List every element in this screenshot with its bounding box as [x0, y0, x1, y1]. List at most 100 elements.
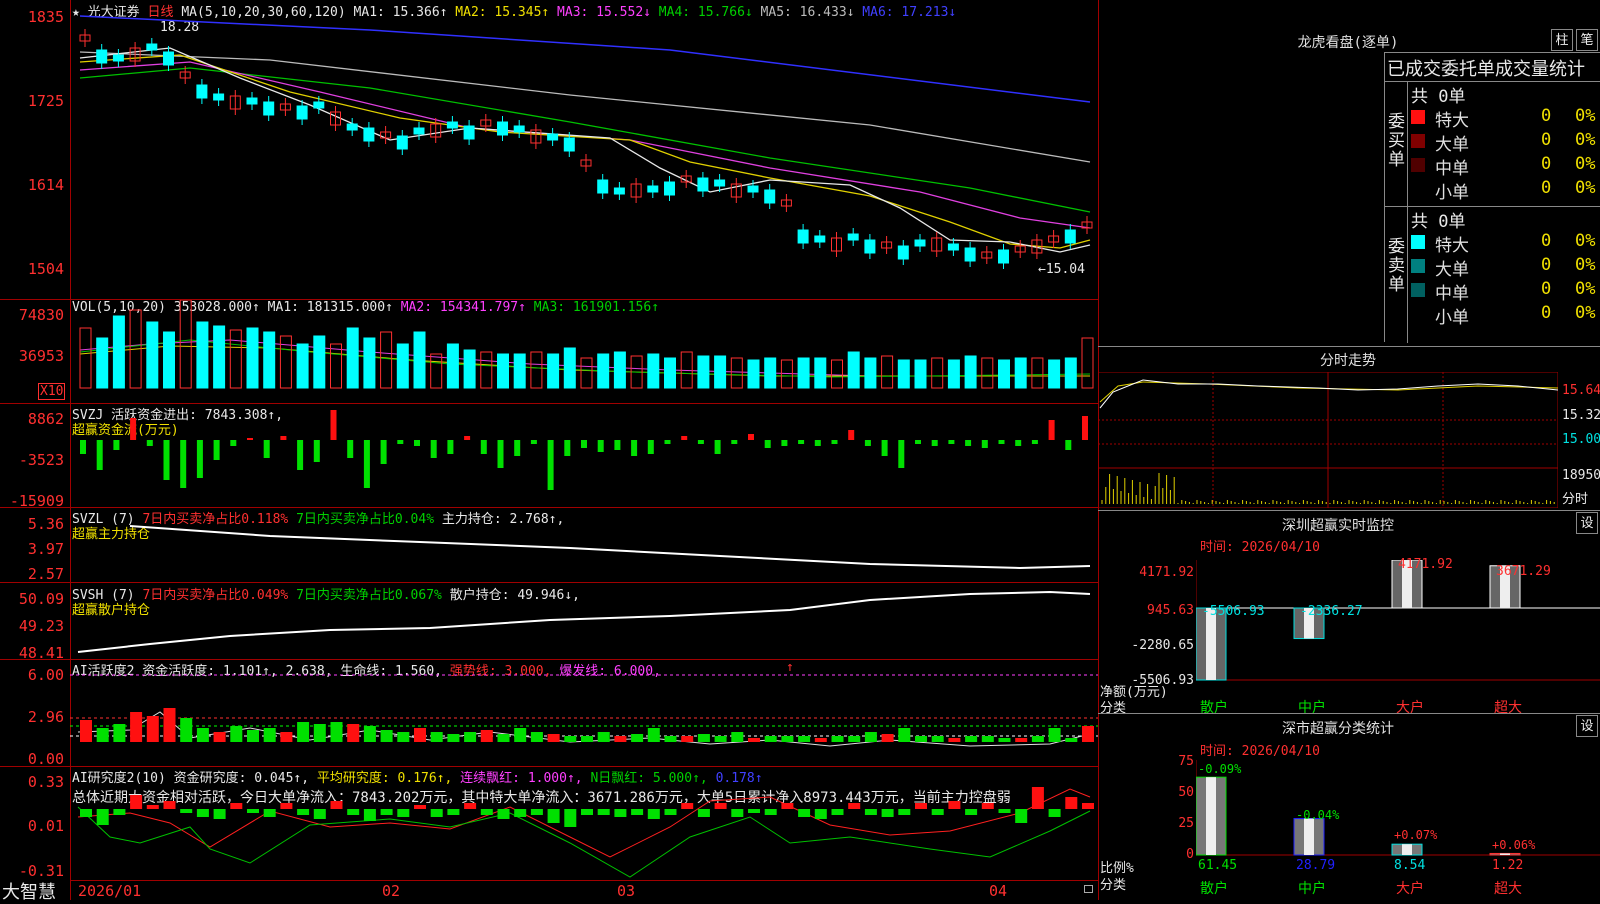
activity-bar [480, 730, 493, 742]
candle [947, 243, 959, 251]
buy-total: 共 0单 [1411, 87, 1466, 107]
vol-tick: 36953 [18, 347, 64, 365]
order-type-name: 中单 [1435, 284, 1469, 304]
volume-bar [229, 329, 242, 389]
research-bar [581, 809, 593, 815]
volume-bar [563, 347, 576, 389]
activity-bar [814, 738, 827, 742]
activity-bar [313, 724, 326, 742]
candle [714, 179, 726, 187]
volume-bar [947, 359, 960, 389]
ai-research-tick: 0.33 [27, 773, 64, 791]
fund-flow-bar [213, 440, 220, 460]
fund-flow-bar [363, 440, 370, 488]
fund-flow-bar [831, 440, 838, 444]
fund-flow-bar [247, 438, 253, 440]
fund-flow-bar [1065, 440, 1072, 450]
activity-bar [163, 708, 176, 742]
volume-bar [730, 357, 743, 389]
fund-flow-bar [430, 440, 437, 458]
research-bar [781, 803, 794, 809]
activity-bar [798, 736, 811, 742]
ai-research-bars [80, 787, 1094, 827]
chart-area[interactable]: ★ 光大证券 日线 MA(5,10,20,30,60,120) MA1: 15.… [0, 0, 1098, 903]
retail-holding-chart[interactable] [70, 584, 1098, 659]
intraday-chart[interactable] [1098, 372, 1558, 508]
fund-flow-bar [864, 440, 871, 446]
sz-bars [1196, 560, 1521, 681]
activity-bar [397, 732, 410, 742]
ai-activity-chart[interactable] [70, 660, 1098, 766]
volume-bar [1064, 357, 1077, 389]
volume-bar [513, 353, 526, 389]
sc-value-label: 1.22 [1492, 858, 1524, 873]
sc-value-label: 28.79 [1296, 858, 1336, 873]
order-count: 0 [1541, 178, 1552, 198]
fund-flow-bar [781, 440, 788, 446]
volume-bar [530, 351, 543, 389]
right-panel: 龙虎看盘(逐单) 柱 笔 已成交委托单成交量统计 委买单 委卖单 共 0单 共 … [1098, 0, 1600, 900]
fund-flow-bar [263, 440, 270, 458]
ma4-line [79, 67, 1091, 213]
research-bar [681, 803, 694, 809]
volume-chart[interactable] [70, 300, 1098, 403]
sc-change-label: +0.06% [1492, 838, 1536, 852]
price-tick: 1504 [27, 260, 64, 278]
fund-flow-bar [1082, 416, 1088, 440]
candlestick-chart[interactable] [70, 0, 1098, 299]
fund-flow-bar [530, 440, 537, 444]
sc-time: 时间: 2026/04/10 [1200, 744, 1320, 759]
tick-view-button[interactable]: 笔 [1576, 29, 1598, 51]
fund-flow-bar [163, 440, 170, 480]
volume-bar [296, 343, 309, 389]
activity-bar [848, 736, 861, 742]
activity-bar [280, 732, 293, 742]
sc-tick: 50 [1178, 785, 1194, 800]
fund-flow-bar [196, 440, 203, 478]
activity-bar [998, 738, 1011, 742]
volume-bar [1048, 359, 1061, 389]
candle [112, 54, 124, 62]
fund-flow-bar [664, 440, 671, 444]
order-type-name: 特大 [1435, 111, 1469, 131]
sc-title: 深市超赢分类统计 [1282, 721, 1394, 737]
sell-total: 共 0单 [1411, 212, 1466, 232]
research-bar [931, 809, 944, 815]
fund-flow-chart[interactable] [70, 404, 1098, 507]
candle [296, 105, 308, 120]
volume-bar [380, 331, 393, 389]
sc-settings-button[interactable]: 设 [1576, 715, 1598, 737]
volume-bar [613, 351, 626, 389]
order-type-swatch [1411, 134, 1425, 148]
sz-value-label: -2336.27 [1300, 604, 1363, 619]
fund-flow-bar [965, 440, 972, 446]
sz-settings-button[interactable]: 设 [1576, 512, 1598, 534]
candle [146, 43, 158, 51]
fund-flow-bar [380, 440, 387, 464]
volume-bar [446, 343, 459, 389]
sz-monitor-chart[interactable] [1196, 560, 1600, 700]
candle [163, 51, 174, 66]
research-bar [297, 809, 310, 815]
volume-bar [163, 331, 175, 389]
buy-orders-label: 委买单 [1388, 112, 1405, 170]
ma5-line [79, 51, 1091, 163]
volume-bar [279, 335, 292, 389]
sc-chart[interactable] [1196, 760, 1600, 860]
research-bar [130, 795, 143, 809]
vol-unit: X10 [38, 383, 66, 400]
activity-bar [230, 726, 243, 742]
ai-research-chart[interactable] [70, 767, 1098, 880]
volume-bar [814, 357, 827, 389]
bar-view-button[interactable]: 柱 [1551, 29, 1573, 51]
order-type-name: 小单 [1435, 183, 1469, 203]
candle [597, 179, 609, 194]
order-type-swatch [1411, 110, 1425, 124]
volume-bar [847, 351, 860, 389]
order-type-name: 大单 [1435, 135, 1469, 155]
lock-icon[interactable] [1084, 885, 1093, 893]
svsh-tick: 50.09 [18, 590, 64, 608]
sz-value-label: -5506.93 [1202, 604, 1265, 619]
main-holding-chart[interactable] [70, 508, 1098, 582]
volume-bar [346, 327, 359, 389]
